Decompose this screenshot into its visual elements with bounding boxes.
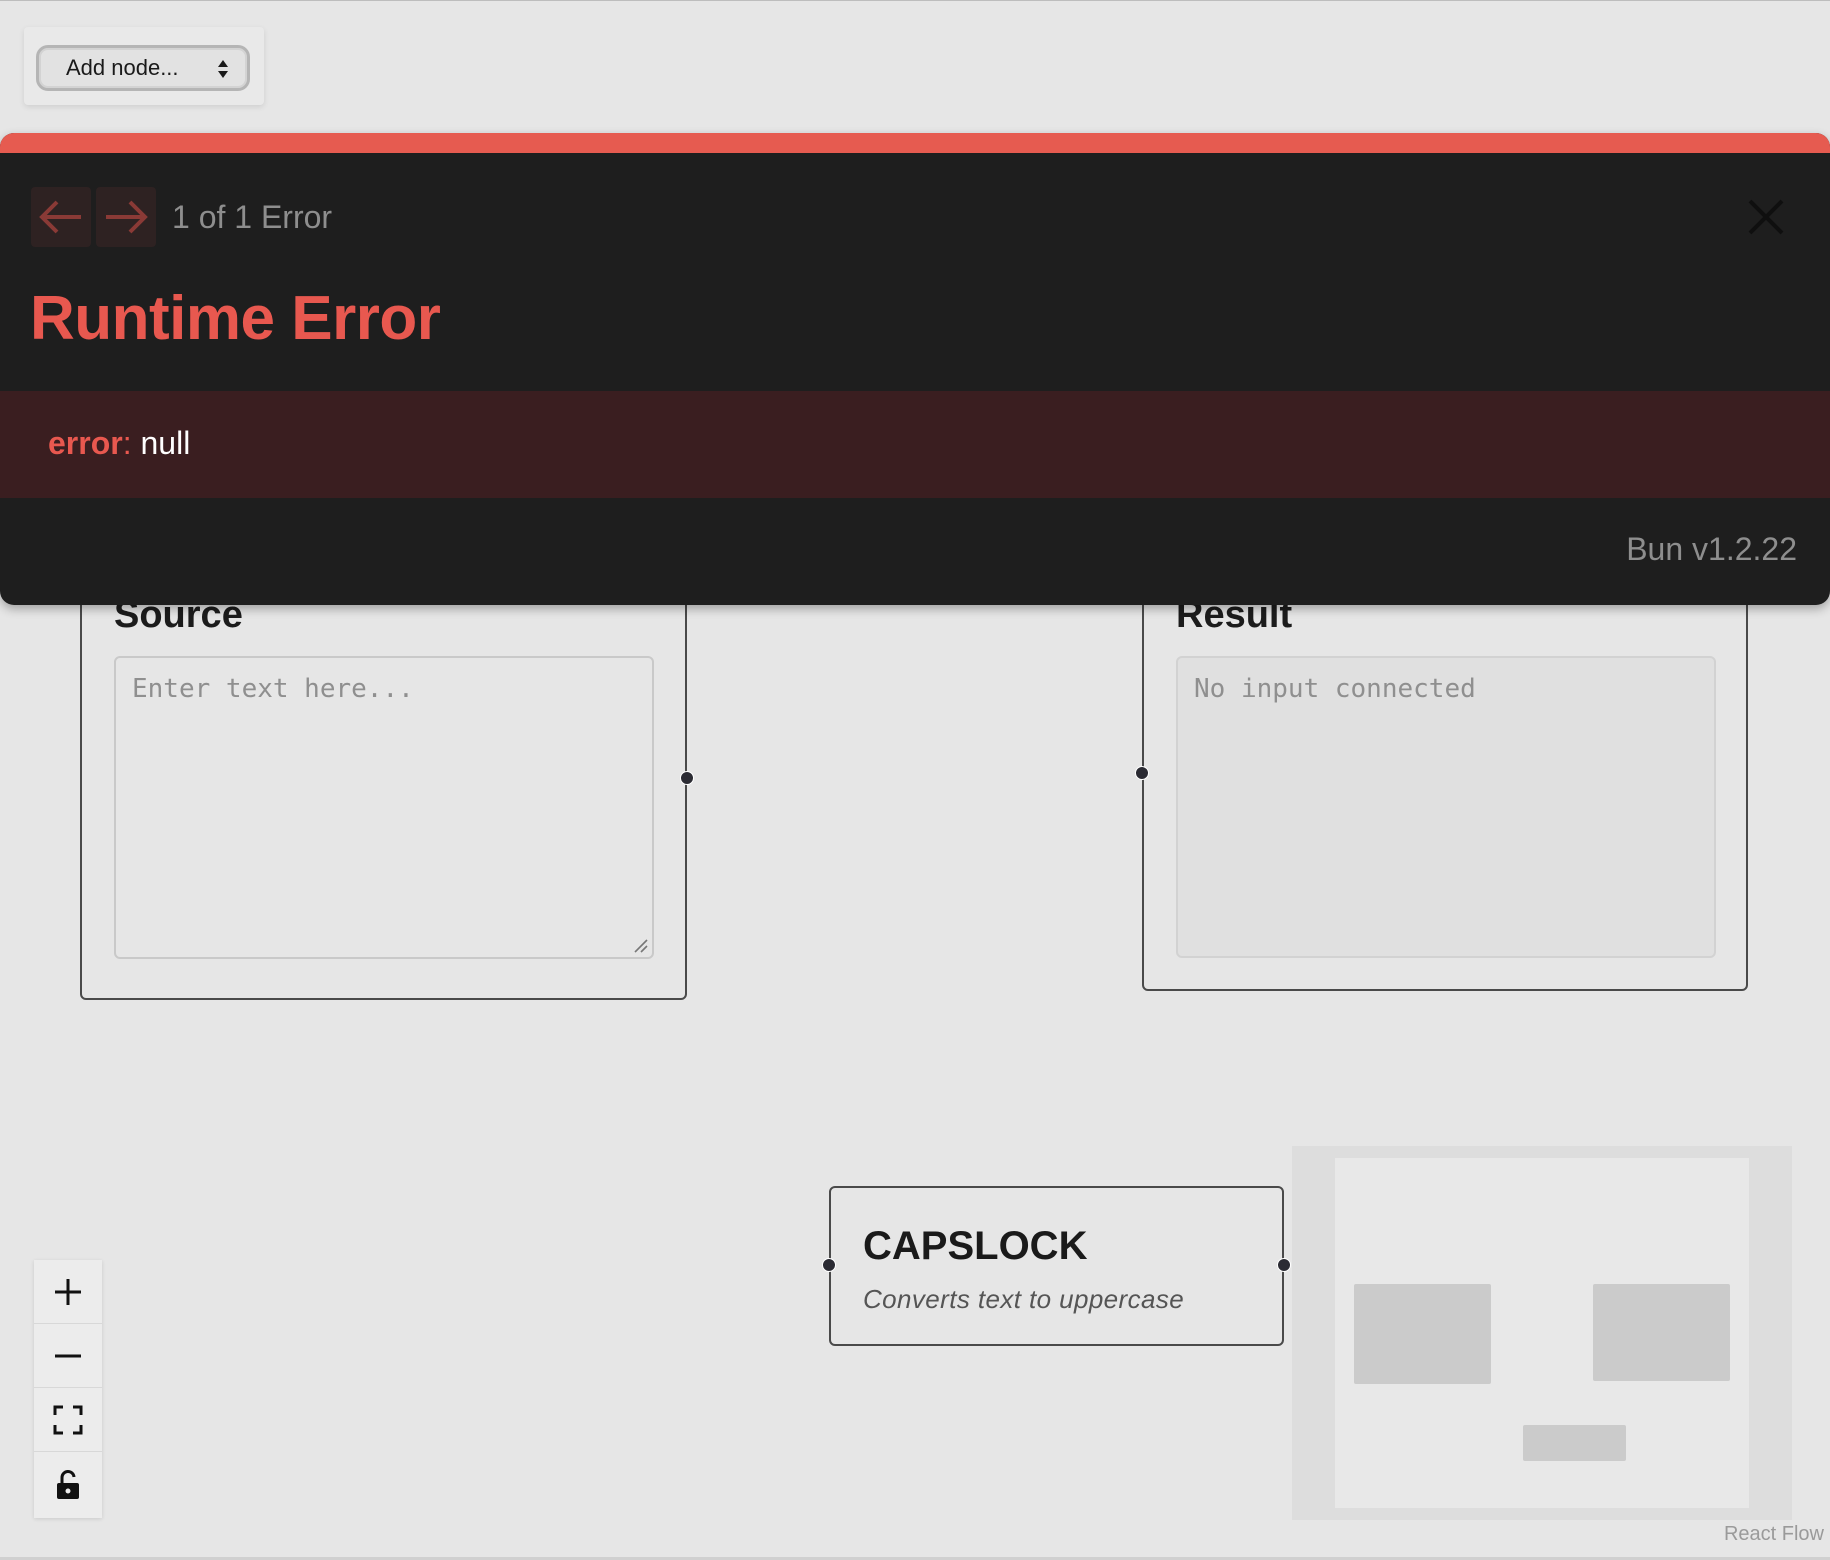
minimap-node (1593, 1284, 1730, 1381)
minus-icon (55, 1354, 81, 1357)
result-output: No input connected (1176, 656, 1716, 958)
add-node-label: Add node... (66, 55, 179, 80)
next-error-button[interactable] (96, 187, 156, 247)
minimap-node (1354, 1284, 1491, 1384)
zoom-in-button[interactable] (34, 1260, 102, 1324)
error-message-separator: : (122, 425, 141, 461)
zoom-out-button[interactable] (34, 1324, 102, 1388)
top-border (0, 0, 1830, 1)
result-node[interactable]: Result No input connected (1142, 570, 1748, 991)
source-textarea[interactable]: Enter text here... (114, 656, 654, 959)
capslock-node-description: Converts text to uppercase (863, 1284, 1185, 1314)
error-message-key: error (48, 425, 123, 461)
minimap-node (1523, 1425, 1626, 1461)
plus-icon (55, 1278, 81, 1305)
capslock-node[interactable]: CAPSLOCK Converts text to uppercase (829, 1186, 1284, 1346)
close-icon[interactable] (1746, 197, 1786, 237)
runtime-version: Bun v1.2.22 (1626, 531, 1797, 567)
source-node[interactable]: Source Enter text here... (80, 570, 687, 1000)
error-overlay: 1 of 1 Error Runtime Error error: null B… (0, 133, 1830, 605)
select-arrows-icon (218, 60, 228, 78)
error-message-band: error: null (0, 391, 1830, 498)
fit-view-button[interactable] (34, 1388, 102, 1452)
capslock-input-handle[interactable] (822, 1258, 836, 1272)
react-flow-attribution[interactable]: React Flow (1724, 1523, 1824, 1546)
fit-view-icon (53, 1405, 83, 1434)
lock-button[interactable] (34, 1452, 102, 1518)
capslock-node-title: CAPSLOCK (863, 1224, 1088, 1268)
arrow-right-icon (106, 200, 148, 234)
error-message-value: null (140, 425, 191, 461)
resize-handle-icon (634, 939, 648, 953)
error-title: Runtime Error (30, 284, 441, 353)
minimap-viewport (1335, 1158, 1749, 1508)
capslock-output-handle[interactable] (1277, 1258, 1291, 1272)
minimap[interactable] (1292, 1146, 1792, 1520)
error-count: 1 of 1 Error (172, 199, 333, 235)
source-output-handle[interactable] (680, 771, 694, 785)
source-placeholder: Enter text here... (132, 674, 414, 704)
arrow-left-icon (39, 200, 81, 234)
add-node-select[interactable]: Add node... (36, 45, 250, 91)
flow-controls (34, 1260, 102, 1518)
error-message: error: null (48, 425, 190, 462)
result-text: No input connected (1194, 674, 1476, 704)
lock-icon (57, 1470, 79, 1499)
result-input-handle[interactable] (1135, 766, 1149, 780)
error-accent-bar (0, 133, 1830, 153)
add-node-panel: Add node... (24, 27, 264, 105)
previous-error-button[interactable] (31, 187, 91, 247)
